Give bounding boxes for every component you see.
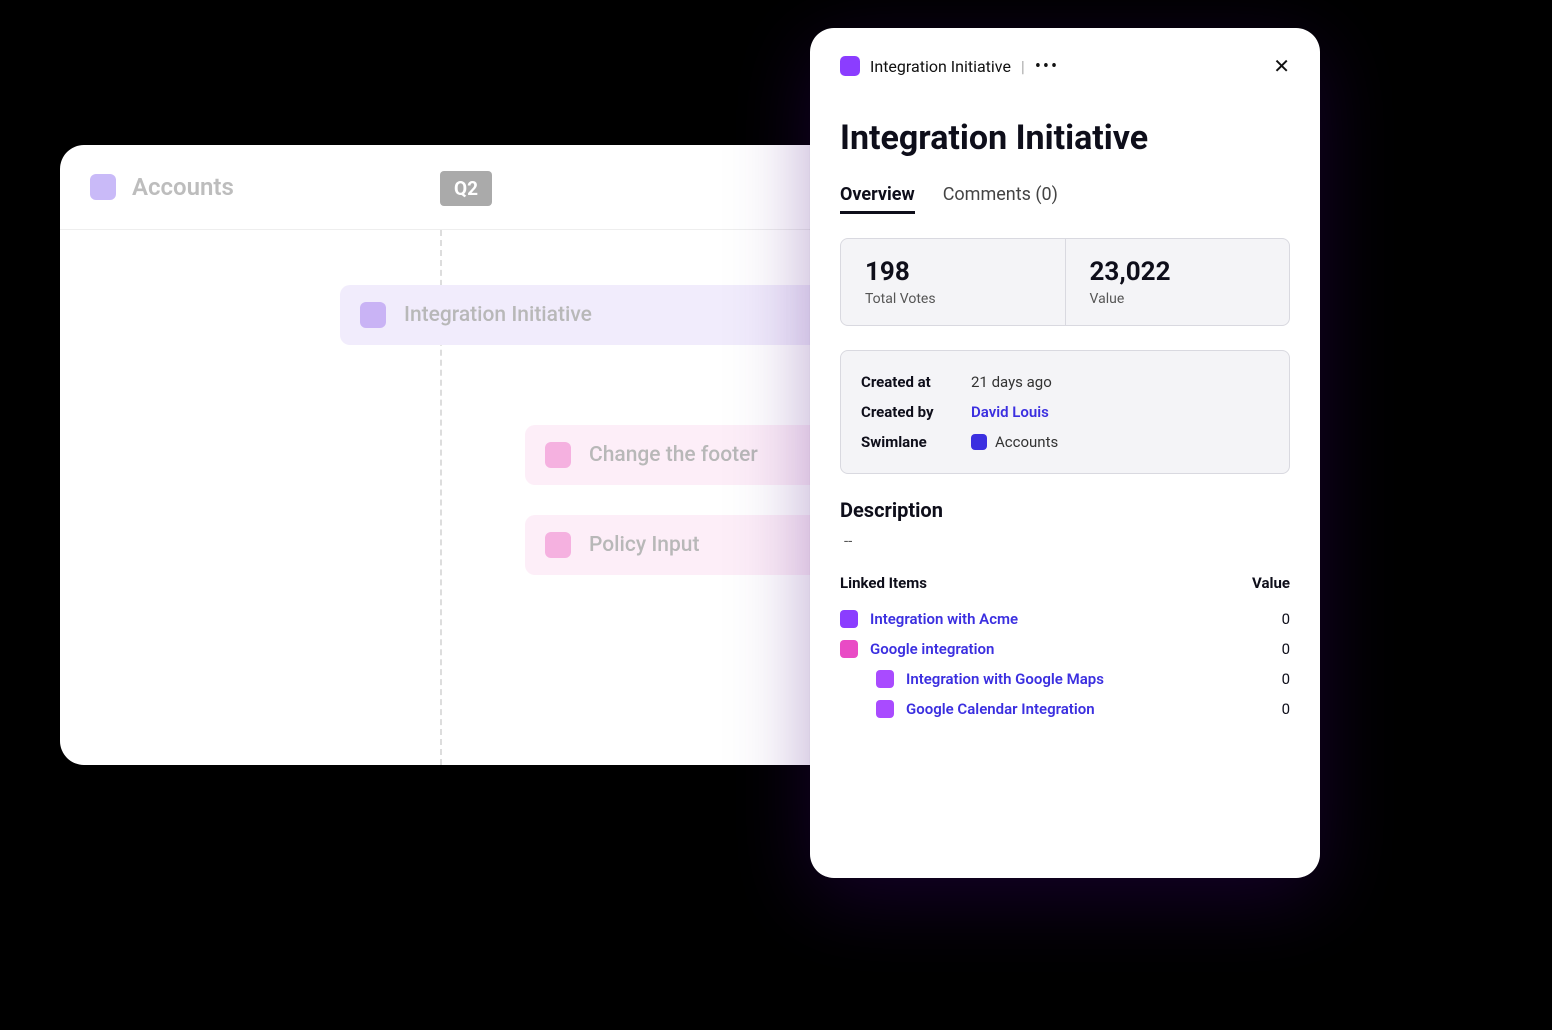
description-body[interactable]: --	[840, 532, 1290, 550]
meta-created-at: Created at 21 days ago	[861, 367, 1269, 397]
breadcrumb[interactable]: Integration Initiative	[870, 57, 1011, 76]
meta-created-by: Created by David Louis	[861, 397, 1269, 427]
linked-item-value: 0	[1282, 700, 1290, 718]
description-heading: Description	[840, 498, 1290, 522]
stat-total-votes: 198 Total Votes	[841, 239, 1066, 325]
card-color-chip	[545, 442, 571, 468]
stat-value-amount: 23,022 Value	[1066, 239, 1290, 325]
tab-bar: Overview Comments (0)	[840, 184, 1290, 214]
close-icon[interactable]: ✕	[1273, 54, 1290, 78]
meta-value: 21 days ago	[971, 373, 1052, 391]
linked-value-label: Value	[1252, 574, 1290, 592]
linked-items-label: Linked Items	[840, 574, 927, 592]
linked-item-row[interactable]: Integration with Google Maps 0	[840, 664, 1290, 694]
linked-item-name[interactable]: Google integration	[870, 640, 1282, 658]
meta-swimlane: Swimlane Accounts	[861, 427, 1269, 457]
swimlane-color-chip	[90, 174, 116, 200]
linked-item-name[interactable]: Integration with Acme	[870, 610, 1282, 628]
card-color-chip	[360, 302, 386, 328]
linked-item-value: 0	[1282, 610, 1290, 628]
meta-value: Accounts	[995, 433, 1058, 451]
card-color-chip	[545, 532, 571, 558]
linked-item-row[interactable]: Integration with Acme 0	[840, 604, 1290, 634]
meta-label: Created at	[861, 373, 971, 391]
breadcrumb-separator: |	[1021, 57, 1025, 76]
linked-item-chip	[840, 640, 858, 658]
tab-comments[interactable]: Comments (0)	[943, 184, 1058, 214]
linked-item-name[interactable]: Integration with Google Maps	[906, 670, 1282, 688]
stat-label: Value	[1090, 291, 1266, 307]
tab-overview[interactable]: Overview	[840, 184, 915, 214]
card-label: Change the footer	[589, 443, 758, 467]
swimlane-chip	[971, 434, 987, 450]
meta-box: Created at 21 days ago Created by David …	[840, 350, 1290, 474]
linked-item-value: 0	[1282, 640, 1290, 658]
created-by-link[interactable]: David Louis	[971, 403, 1049, 421]
roadmap-card[interactable]: Integration Initiative •••	[340, 285, 860, 345]
stats-box: 198 Total Votes 23,022 Value	[840, 238, 1290, 326]
card-label: Policy Input	[589, 533, 699, 557]
stat-value: 23,022	[1090, 257, 1266, 287]
detail-panel: Integration Initiative | ••• ✕ Integrati…	[810, 28, 1320, 878]
stat-label: Total Votes	[865, 291, 1041, 307]
linked-item-value: 0	[1282, 670, 1290, 688]
item-title: Integration Initiative	[840, 118, 1290, 158]
linked-item-row[interactable]: Google integration 0	[840, 634, 1290, 664]
board-header: Accounts Q2	[60, 145, 910, 230]
roadmap-board: Accounts Q2 Integration Initiative ••• C…	[60, 145, 910, 765]
quarter-badge: Q2	[440, 171, 492, 206]
swimlane-title: Accounts	[132, 173, 234, 201]
panel-header: Integration Initiative | ••• ✕	[840, 54, 1290, 78]
linked-item-chip	[876, 700, 894, 718]
item-color-chip	[840, 56, 860, 76]
linked-item-chip	[876, 670, 894, 688]
meta-label: Created by	[861, 403, 971, 421]
linked-item-row[interactable]: Google Calendar Integration 0	[840, 694, 1290, 724]
linked-item-chip	[840, 610, 858, 628]
stat-value: 198	[865, 257, 1041, 287]
more-menu-icon[interactable]: •••	[1035, 56, 1059, 77]
linked-items-header: Linked Items Value	[840, 574, 1290, 592]
meta-label: Swimlane	[861, 433, 971, 451]
linked-item-name[interactable]: Google Calendar Integration	[906, 700, 1282, 718]
card-label: Integration Initiative	[404, 303, 592, 327]
